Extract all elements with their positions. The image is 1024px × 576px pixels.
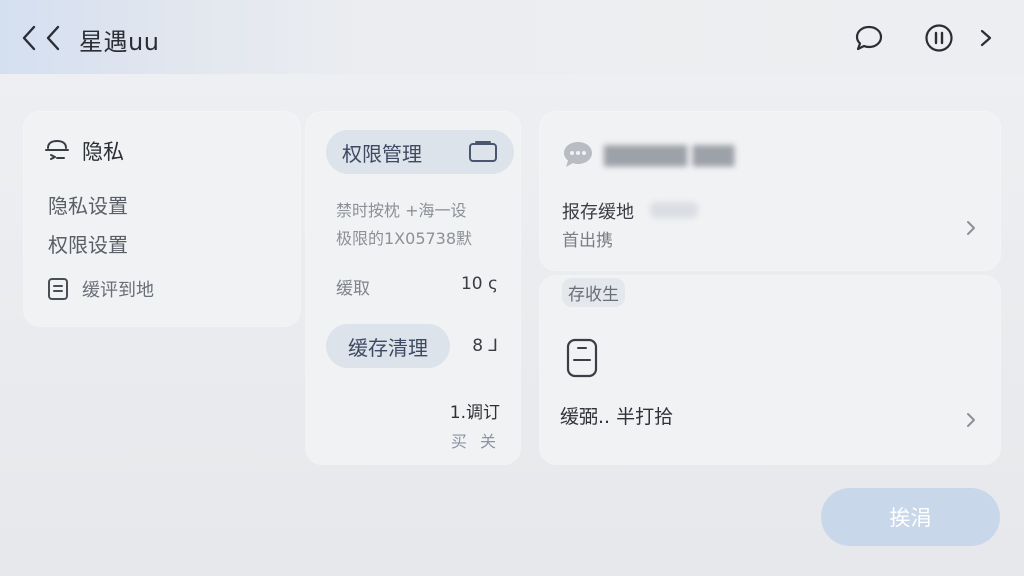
storage-subtitle: 首出携 — [562, 231, 613, 251]
save-icon — [48, 278, 68, 300]
settings-link[interactable]: 1.调订 — [450, 398, 500, 423]
chat-icon[interactable] — [854, 24, 884, 52]
chevron-right-icon[interactable] — [964, 410, 978, 430]
privacy-settings-item[interactable]: 隐私设置 — [48, 190, 128, 219]
privacy-card: 隐私 隐私设置 权限设置 缓评到地 — [24, 112, 300, 326]
blurred-badge — [650, 202, 698, 218]
collection-card[interactable]: 存收生 缓弼.. 半打拾 — [540, 276, 1000, 464]
cache-label: 缓取 — [336, 279, 370, 299]
document-icon — [566, 338, 598, 378]
privacy-icon — [45, 139, 69, 160]
back-icon[interactable] — [20, 24, 68, 52]
pause-icon[interactable] — [924, 23, 954, 53]
close-link[interactable]: 买 关 — [451, 428, 500, 452]
permission-settings-item[interactable]: 权限设置 — [48, 229, 128, 258]
blurred-account-text: ██████ ███ — [604, 146, 735, 167]
cache-clean-button[interactable]: 缓存清理 — [326, 324, 450, 368]
storage-title: 报存缓地 — [562, 202, 634, 223]
privacy-title: 隐私 — [82, 140, 124, 164]
privacy-header: 隐私 — [42, 136, 124, 166]
app-title: 星遇uu — [79, 28, 160, 56]
permission-manage-label: 权限管理 — [342, 141, 422, 166]
save-label: 缓评到地 — [82, 280, 154, 301]
chevron-right-icon[interactable] — [964, 218, 978, 238]
permission-manage-button[interactable]: 权限管理 — [326, 130, 514, 174]
cache-value: 10 ς — [460, 274, 498, 294]
cache-clean-label: 缓存清理 — [348, 335, 428, 360]
collection-header: 存收生 — [562, 278, 625, 307]
permissions-card: 权限管理 禁时按枕 +海一设 极限的1X05738默 缓取 10 ς 缓存清理 … — [306, 112, 520, 464]
chevron-right-icon[interactable] — [978, 26, 994, 50]
cache-clean-value: 8 ⅃ — [472, 336, 498, 356]
message-icon — [564, 142, 592, 167]
collection-label: 缓弼.. 半打拾 — [560, 406, 674, 428]
permission-desc-line1: 禁时按枕 +海一设 — [336, 201, 467, 220]
permission-desc-line2: 极限的1X05738默 — [336, 229, 473, 248]
card-icon — [469, 141, 497, 162]
save-row[interactable]: 缓评到地 — [46, 276, 154, 302]
confirm-button[interactable]: 挨涓 — [821, 488, 1000, 546]
storage-card[interactable]: ██████ ███ 报存缓地 首出携 — [540, 112, 1000, 270]
